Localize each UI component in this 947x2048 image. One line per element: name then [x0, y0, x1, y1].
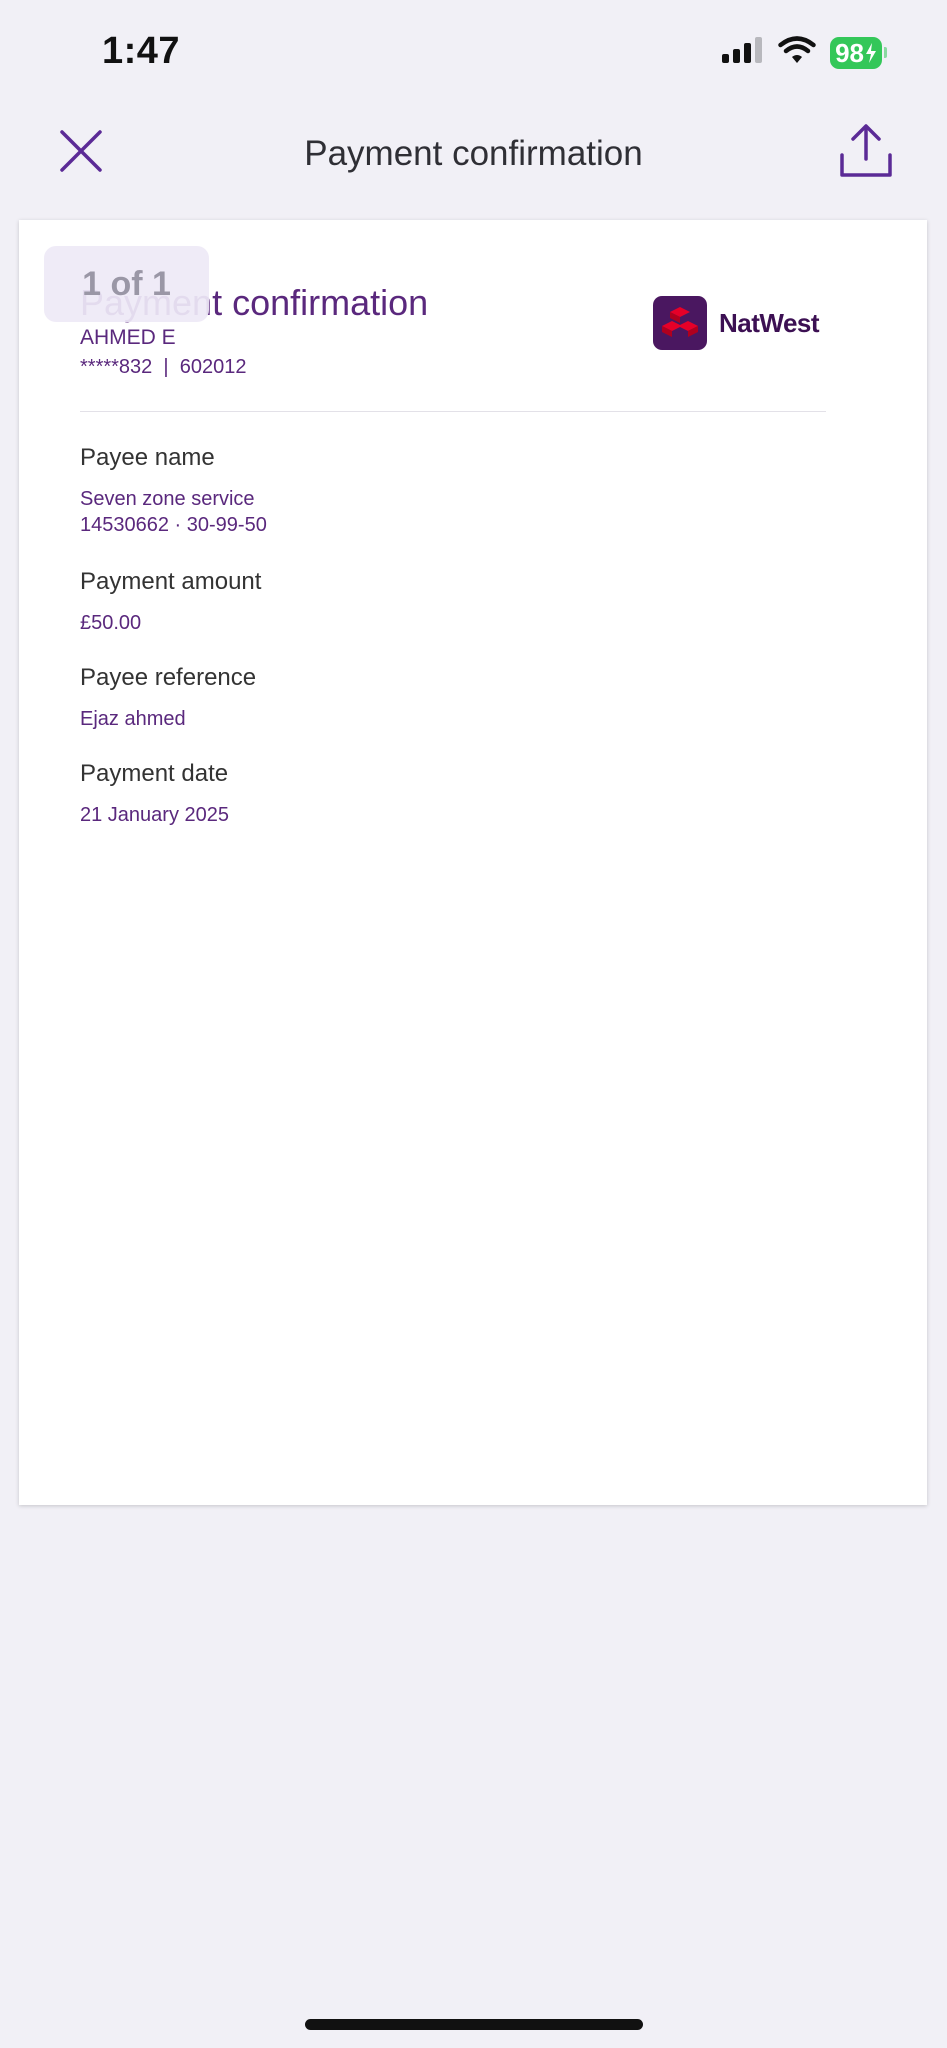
divider — [80, 411, 826, 412]
field-label: Payee name — [80, 444, 215, 471]
payee-reference-value: Ejaz ahmed — [80, 708, 186, 730]
account-holder-name: AHMED E — [80, 326, 176, 349]
home-indicator[interactable] — [305, 2019, 643, 2030]
payee-name-value: Seven zone service — [80, 488, 255, 510]
battery-icon: 98 — [830, 36, 887, 69]
field-label: Payment amount — [80, 568, 262, 595]
status-time: 1:47 — [102, 30, 181, 72]
bank-logo: NatWest — [653, 296, 820, 350]
status-icons: 98 — [722, 36, 887, 69]
wifi-icon — [778, 36, 816, 69]
account-number: *****832 | 602012 — [80, 356, 247, 378]
payment-amount-field: Payment amount £50.00 — [80, 568, 261, 636]
document-preview[interactable]: 1 of 1 Payment confirmation AHMED E ****… — [19, 220, 927, 1505]
share-icon — [839, 123, 893, 184]
payment-amount-value: £50.00 — [80, 612, 142, 634]
natwest-cubes-icon — [653, 296, 707, 350]
payment-date-value: 21 January 2025 — [80, 804, 230, 826]
payee-account-value: 14530662 · 30-99-50 — [80, 514, 267, 536]
payee-name-field: Payee name Seven zone service 14530662 ·… — [80, 444, 267, 538]
signal-icon — [722, 37, 764, 68]
page-title: Payment confirmation — [304, 134, 643, 173]
field-label: Payee reference — [80, 664, 257, 691]
bank-name: NatWest — [719, 307, 820, 338]
payee-reference-field: Payee reference Ejaz ahmed — [80, 664, 256, 732]
battery-level: 98 — [835, 37, 864, 68]
payment-date-field: Payment date 21 January 2025 — [80, 760, 229, 828]
share-button[interactable] — [835, 122, 897, 184]
field-label: Payment date — [80, 760, 229, 787]
page-indicator: 1 of 1 — [44, 246, 209, 322]
nav-bar: Payment confirmation — [0, 100, 947, 210]
